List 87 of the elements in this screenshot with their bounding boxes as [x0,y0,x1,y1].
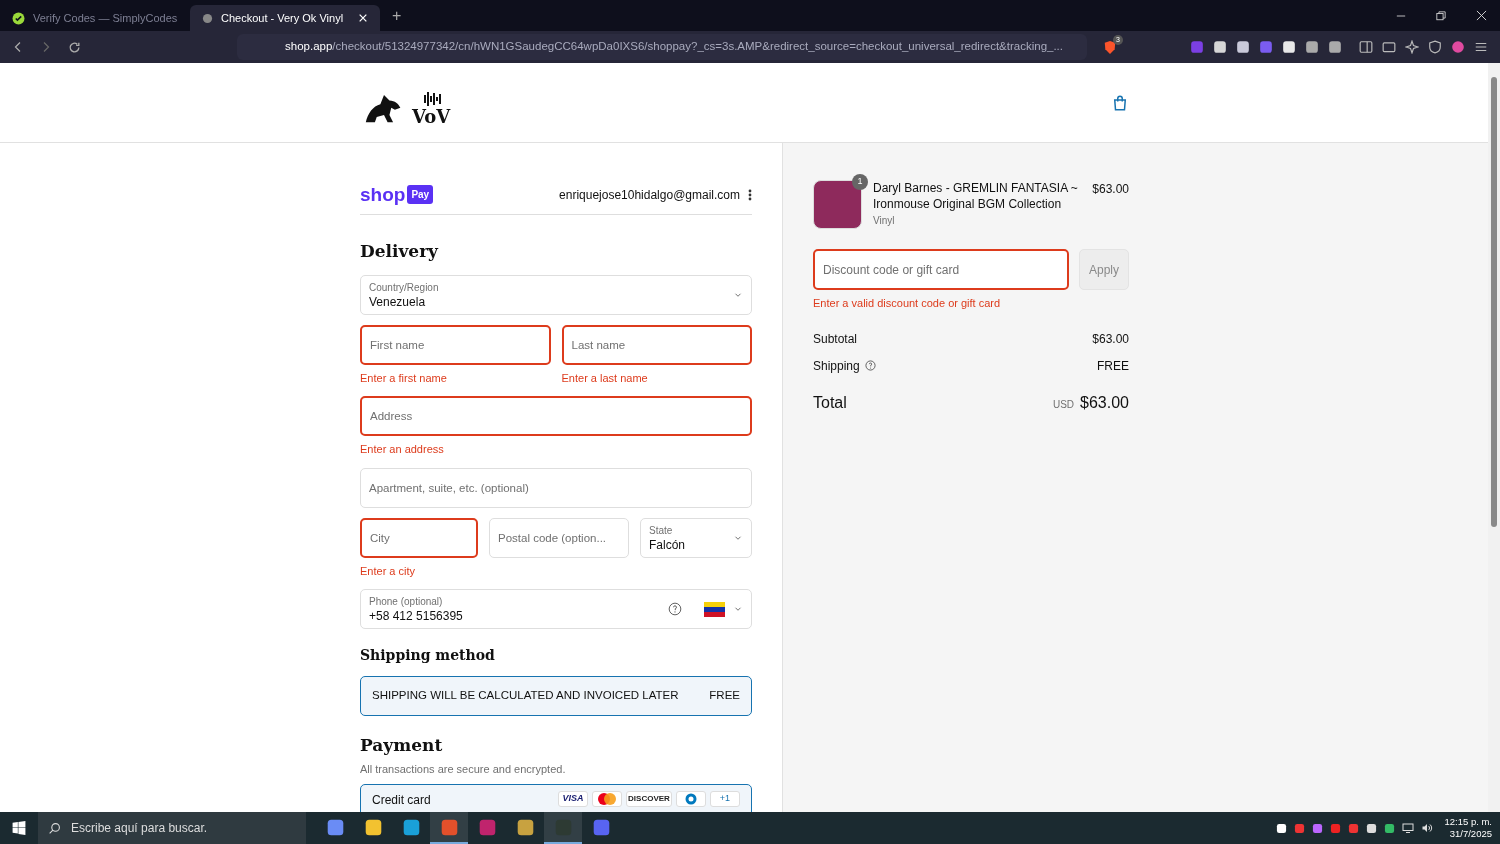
tray-icon[interactable] [1276,822,1288,834]
app-icon [478,818,496,836]
shopping-bag-icon[interactable] [1111,93,1129,112]
volume-icon[interactable] [1421,822,1434,834]
summary-value: FREE [1097,357,1129,375]
app-icon [402,818,420,836]
product-image-placeholder [813,180,862,229]
input-field[interactable]: City [360,517,478,558]
close-icon[interactable] [1476,10,1487,21]
extension-icon[interactable] [1213,40,1227,54]
phone-field[interactable]: Phone (optional) +58 412 5156395 [360,589,752,629]
check-icon [12,11,25,25]
logo[interactable]: VoV [360,79,451,126]
scrollbar[interactable] [1488,63,1500,812]
address-bar[interactable]: shop.app/checkout/51324977342/cn/hWN1GSaudegCC64wpDa0IXS6/shoppay?_cs=3s.AMP&redirect_source=checkout_universal_redirect&tracking_... [237,34,1087,60]
flag-icon[interactable] [704,601,725,617]
shield-icon[interactable] [1428,40,1442,54]
account-email: enriquejose10hidalgo@gmail.com [559,186,740,204]
input-field[interactable]: Address [360,396,752,436]
windows-logo-icon[interactable] [12,821,26,835]
more-options-icon[interactable] [748,188,752,201]
overlapping-circles-icon [597,793,617,805]
reload-icon[interactable] [68,40,81,54]
input-field[interactable]: First name [360,324,551,365]
menu-icon[interactable] [1474,40,1488,54]
summary-value: $63.00 [1092,330,1129,348]
tray-icon[interactable] [1366,822,1378,834]
card-brand-logo: DISCOVER [626,791,672,807]
app-icon [326,818,344,836]
summary-label: Subtotal [813,330,858,348]
taskbar-app[interactable] [544,812,582,844]
extension-icon[interactable] [1236,40,1250,54]
product-title: Daryl Barnes - GREMLIN FANTASIA ~ Ironmouse Original BGM Collection [873,180,1079,212]
ring-icon [685,793,697,805]
help-icon[interactable] [864,360,876,371]
new-tab-button[interactable]: + [392,3,402,28]
network-icon[interactable] [1402,822,1415,834]
extension-icon[interactable] [1305,40,1319,54]
lion-shield-icon[interactable] [1103,39,1117,55]
summary-label: Shipping [813,357,860,375]
card-brand-logo: VISA [558,791,588,807]
error-message: Enter a last name [561,370,649,386]
shop-pay-logo: shop Pay [360,185,434,204]
payment-subtitle: All transactions are secure and encrypted. [360,761,567,777]
sidebar-icon[interactable] [1359,40,1373,54]
taskbar-app[interactable] [430,812,468,844]
help-icon[interactable] [668,602,682,616]
shipping-option[interactable]: SHIPPING WILL BE CALCULATED AND INVOICED LATER FREE [360,676,752,716]
browser-tab[interactable]: Verify Codes — SimplyCodes [0,5,190,31]
clock[interactable]: 12:15 p. m. 31/7/2025 [1444,816,1492,840]
app-icon [516,818,534,836]
url-text: shop.app/checkout/51324977342/cn/hWN1GSaudegCC64wpDa0IXS6/shoppay?_cs=3s.AMP&redirect_source=checkout_universal_redirect&tracking_... [285,39,1063,55]
section-heading: Delivery [360,240,440,263]
select-field[interactable]: Country/Region Venezuela [360,274,752,315]
currency-code: USD [1052,397,1075,412]
select-field[interactable]: State Falcón [640,517,752,558]
input-field[interactable]: Last name [561,324,752,365]
search-icon [48,822,61,835]
app-icon [364,818,382,836]
tab-title: Verify Codes — SimplyCodes [33,10,178,26]
tray-icon[interactable] [1384,822,1396,834]
card-brand-logo: +1 [710,791,740,807]
taskbar-search-field[interactable]: Escribe aquí para buscar. [38,812,306,844]
error-message: Enter a first name [360,370,448,386]
browser-tab[interactable]: Checkout - Very Ok Vinyl [190,5,380,31]
section-heading: Payment [360,734,444,757]
quantity-badge: 1 [852,174,868,190]
wallet-icon[interactable] [1382,40,1396,54]
extension-icon[interactable] [1328,40,1342,54]
sparkle-icon[interactable] [1405,40,1419,54]
product-variant: Vinyl [873,214,896,228]
section-heading: Shipping method [360,646,496,665]
total-label: Total [813,392,847,413]
extension-icon[interactable] [1282,40,1296,54]
profile-icon[interactable] [1451,40,1465,54]
total-amount: $63.00 [1080,392,1129,413]
error-message: Enter a valid discount code or gift card [813,296,1002,311]
payment-option[interactable]: Credit card VISA DISCOVER +1 [360,784,752,812]
restore-icon[interactable] [1436,10,1446,21]
logo-text: VoV [412,107,451,126]
app-icon [592,818,610,836]
tab-title: Checkout - Very Ok Vinyl [221,10,345,26]
discount-field[interactable]: Discount code or gift card [813,249,1069,290]
product-price: $63.00 [1092,181,1129,198]
error-message: Enter a city [360,563,417,579]
error-message: Enter an address [360,442,445,457]
app-icon [440,818,458,836]
